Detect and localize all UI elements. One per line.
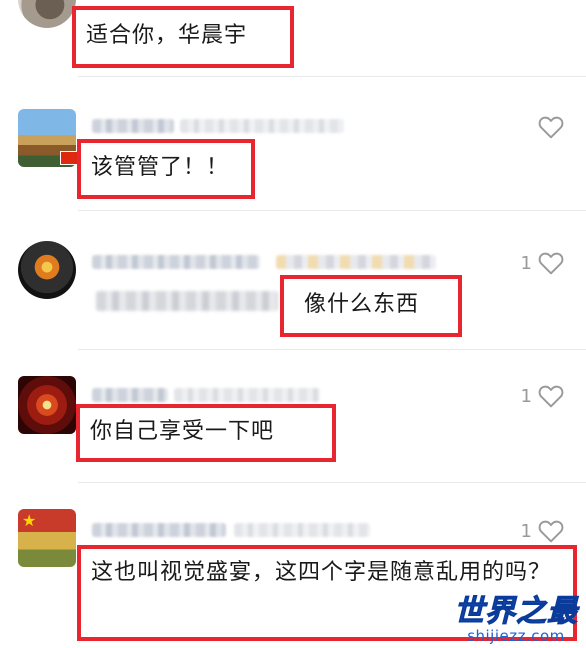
username-blurred xyxy=(92,388,168,402)
like-button[interactable] xyxy=(532,115,564,139)
comment-item: 1 像什么东西 xyxy=(0,211,586,349)
username-blurred xyxy=(92,523,226,537)
user-avatar[interactable] xyxy=(18,241,76,299)
heart-outline-icon xyxy=(538,116,564,139)
comment-text-blurred xyxy=(96,291,278,311)
timestamp-blurred xyxy=(180,119,344,133)
watermark-url: shijiezz.com xyxy=(467,627,565,645)
username-blurred xyxy=(92,119,174,133)
like-count: 1 xyxy=(520,385,532,407)
comment-text: 你自己享受一下吧 xyxy=(76,404,336,462)
timestamp-blurred xyxy=(174,388,320,402)
like-button[interactable]: 1 xyxy=(521,519,564,543)
flag-star-icon: ★ xyxy=(22,511,37,530)
comment-text: 像什么东西 xyxy=(280,275,462,337)
user-avatar[interactable] xyxy=(18,0,76,28)
comment-text: 适合你，华晨宇 xyxy=(72,6,294,68)
watermark-title: 世界之最 xyxy=(454,594,578,629)
site-watermark: 世界之最 shijiezz.com xyxy=(454,594,578,645)
username-blurred xyxy=(92,255,260,269)
timestamp-blurred xyxy=(234,523,370,537)
heart-outline-icon xyxy=(538,252,564,275)
heart-outline-icon xyxy=(538,520,564,543)
comment-text: 该管管了！！ xyxy=(77,139,255,199)
heart-outline-icon xyxy=(538,385,564,408)
flag-badge-icon xyxy=(60,151,78,165)
like-count: 1 xyxy=(520,252,532,274)
like-count: 1 xyxy=(520,520,532,542)
comment-item: 适合你，华晨宇 xyxy=(0,0,586,76)
like-button[interactable]: 1 xyxy=(521,251,564,275)
comment-item: 1 你自己享受一下吧 xyxy=(0,350,586,482)
like-button[interactable]: 1 xyxy=(521,384,564,408)
comment-item: 该管管了！！ xyxy=(0,77,586,210)
user-avatar[interactable] xyxy=(18,376,76,434)
timestamp-blurred xyxy=(276,255,436,269)
